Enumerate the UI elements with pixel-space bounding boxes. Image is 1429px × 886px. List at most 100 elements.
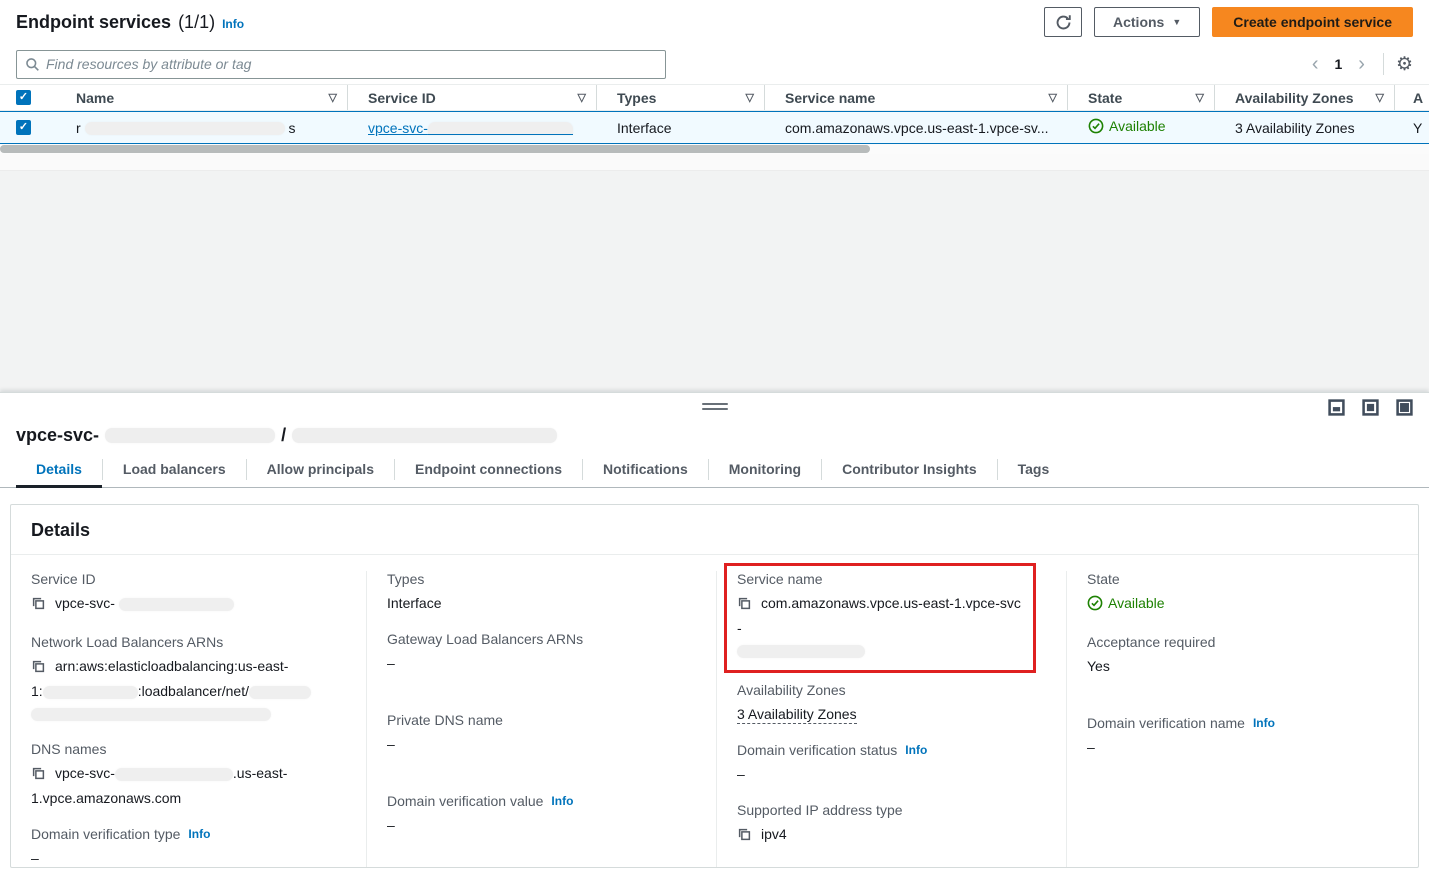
- refresh-button[interactable]: [1044, 7, 1082, 37]
- cell-name: r s: [56, 120, 348, 136]
- row-checkbox[interactable]: ✓: [16, 120, 31, 135]
- tab-notifications[interactable]: Notifications: [583, 452, 708, 488]
- row-select-cell: ✓: [0, 112, 56, 143]
- tab-load-balancers[interactable]: Load balancers: [103, 452, 246, 488]
- field-nlb-arns: Network Load Balancers ARNs arn:aws:elas…: [31, 634, 350, 724]
- resource-count: (1/1): [178, 12, 215, 33]
- info-link[interactable]: Info: [551, 794, 573, 808]
- redacted-text: [249, 686, 311, 699]
- split-panel-half-icon[interactable]: [1362, 399, 1379, 416]
- tab-bar: Details Load balancers Allow principals …: [0, 452, 1429, 488]
- field-label: Domain verification value: [387, 793, 543, 809]
- scrollbar-thumb[interactable]: [0, 145, 870, 153]
- copy-icon[interactable]: [737, 826, 752, 848]
- pagination-controls: ‹ 1 › ⚙: [1306, 53, 1413, 75]
- redacted-text: [85, 122, 285, 135]
- details-column-3: Service name com.amazonaws.vpce.us-east-…: [716, 571, 1066, 868]
- availability-zones-popover[interactable]: 3 Availability Zones: [737, 706, 857, 724]
- tab-contributor-insights[interactable]: Contributor Insights: [822, 452, 997, 488]
- search-icon: [25, 57, 40, 72]
- chevron-left-icon[interactable]: ‹: [1306, 54, 1325, 74]
- column-header-types[interactable]: Types ▽: [597, 85, 765, 110]
- panel-layout-buttons: [1328, 399, 1413, 416]
- check-circle-icon: [1087, 595, 1103, 611]
- field-service-name: Service name com.amazonaws.vpce.us-east-…: [737, 571, 1023, 661]
- split-panel-bottom-icon[interactable]: [1328, 399, 1345, 416]
- horizontal-scrollbar[interactable]: [0, 144, 1429, 154]
- copy-icon[interactable]: [31, 595, 46, 617]
- field-label: Domain verification status: [737, 742, 897, 758]
- redacted-text: [31, 708, 271, 721]
- title-separator: /: [281, 425, 286, 446]
- title-group: Endpoint services (1/1) Info: [16, 12, 244, 33]
- column-header-availability-zones[interactable]: Availability Zones ▽: [1215, 85, 1395, 110]
- availability-zones-popover[interactable]: 3 Availability Zones: [1235, 120, 1355, 136]
- state-value: Available: [1108, 592, 1165, 614]
- field-label: Types: [387, 571, 700, 592]
- tab-label: Allow principals: [267, 461, 374, 477]
- table-row[interactable]: ✓ r s vpce-svc- Interface com.amazonaws.…: [0, 111, 1429, 144]
- column-header-state[interactable]: State ▽: [1068, 85, 1215, 110]
- caret-down-icon: ▼: [1172, 17, 1181, 27]
- search-box[interactable]: [16, 50, 666, 79]
- details-column-2: Types Interface Gateway Load Balancers A…: [366, 571, 716, 868]
- page-number[interactable]: 1: [1328, 56, 1348, 72]
- chevron-right-icon[interactable]: ›: [1352, 54, 1371, 74]
- field-availability-zones: Availability Zones 3 Availability Zones: [737, 682, 1050, 725]
- dns-name-mid: .us-east-: [233, 765, 287, 781]
- redacted-text: [43, 686, 138, 699]
- info-link[interactable]: Info: [1253, 716, 1275, 730]
- copy-icon[interactable]: [31, 658, 46, 680]
- field-supported-ip: Supported IP address type ipv4: [737, 802, 1050, 848]
- split-panel-full-icon[interactable]: [1396, 399, 1413, 416]
- info-link[interactable]: Info: [905, 743, 927, 757]
- actions-button[interactable]: Actions ▼: [1094, 7, 1200, 37]
- split-panel-header: [0, 393, 1429, 423]
- service-name-value: com.amazonaws.vpce.us-east-1.vpce-svc-: [737, 595, 1021, 636]
- field-label: Acceptance required: [1087, 634, 1402, 655]
- column-label: Types: [617, 90, 656, 106]
- info-link[interactable]: Info: [222, 17, 244, 31]
- column-label: A: [1413, 90, 1423, 106]
- column-label: State: [1088, 90, 1122, 106]
- service-id-link[interactable]: vpce-svc-: [368, 120, 428, 136]
- filter-icon[interactable]: ▽: [1376, 91, 1384, 104]
- refresh-icon: [1055, 14, 1072, 31]
- copy-icon[interactable]: [737, 595, 752, 617]
- check-icon: ✓: [19, 92, 28, 103]
- tab-label: Load balancers: [123, 461, 226, 477]
- search-input[interactable]: [46, 56, 657, 72]
- tab-tags[interactable]: Tags: [998, 452, 1070, 488]
- tab-allow-principals[interactable]: Allow principals: [247, 452, 394, 488]
- tab-endpoint-connections[interactable]: Endpoint connections: [395, 452, 582, 488]
- field-label: Domain verification name: [1087, 715, 1245, 731]
- select-all-checkbox[interactable]: ✓: [16, 90, 31, 105]
- details-column-4: State Available Acceptance required Yes: [1066, 571, 1418, 868]
- nlb-arn-line2-mid: :loadbalancer/net/: [138, 683, 249, 699]
- column-header-clipped[interactable]: A: [1395, 85, 1429, 110]
- field-label: Availability Zones: [737, 682, 1050, 703]
- tab-label: Details: [36, 461, 82, 477]
- field-label: Service name: [737, 571, 1023, 592]
- tab-details[interactable]: Details: [16, 452, 102, 488]
- filter-icon[interactable]: ▽: [1049, 91, 1057, 104]
- gear-icon[interactable]: ⚙: [1396, 55, 1413, 74]
- split-panel-title: vpce-svc- /: [0, 423, 1429, 452]
- split-panel-drag-handle[interactable]: [702, 403, 728, 413]
- column-header-name[interactable]: Name ▽: [56, 85, 348, 110]
- filter-icon[interactable]: ▽: [1196, 91, 1204, 104]
- column-header-service-id[interactable]: Service ID ▽: [348, 85, 597, 110]
- service-id-value: vpce-svc-: [55, 595, 115, 611]
- filter-icon[interactable]: ▽: [746, 91, 754, 104]
- header-actions: Actions ▼ Create endpoint service: [1044, 7, 1413, 37]
- supported-ip-value: ipv4: [761, 826, 787, 842]
- copy-icon[interactable]: [31, 765, 46, 787]
- redacted-text: [737, 645, 865, 658]
- create-endpoint-service-button[interactable]: Create endpoint service: [1212, 7, 1413, 37]
- filter-icon[interactable]: ▽: [578, 91, 586, 104]
- tab-monitoring[interactable]: Monitoring: [709, 452, 821, 488]
- info-link[interactable]: Info: [188, 827, 210, 841]
- column-header-service-name[interactable]: Service name ▽: [765, 85, 1068, 110]
- filter-icon[interactable]: ▽: [329, 91, 337, 104]
- field-domain-verification-value: Domain verification value Info –: [387, 793, 700, 836]
